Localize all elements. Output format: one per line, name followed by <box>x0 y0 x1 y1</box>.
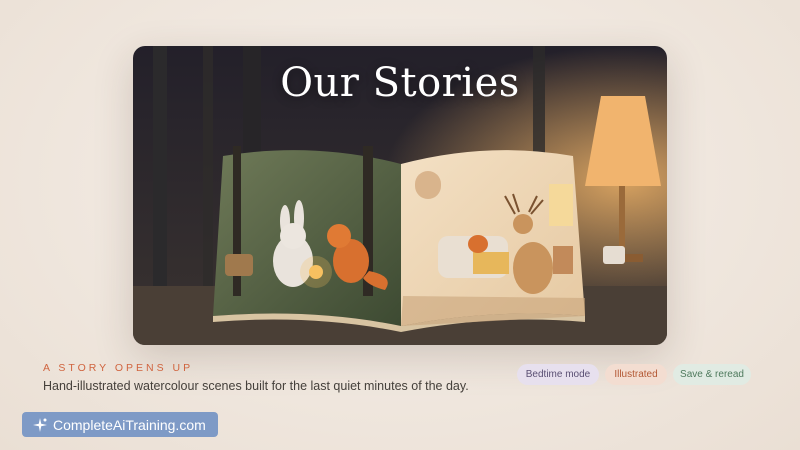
tag-bedtime-mode[interactable]: Bedtime mode <box>517 364 599 385</box>
brand-badge[interactable]: CompleteAiTraining.com <box>22 412 218 437</box>
hero-banner: Our Stories <box>133 46 667 345</box>
hero-title: Our Stories <box>280 60 520 106</box>
section-eyebrow: A STORY OPENS UP <box>43 362 194 374</box>
sparkle-logo-icon <box>32 417 48 433</box>
tag-illustrated[interactable]: Illustrated <box>605 364 667 385</box>
section-description: Hand-illustrated watercolour scenes buil… <box>43 379 469 393</box>
brand-label: CompleteAiTraining.com <box>53 416 206 433</box>
tag-save-reread[interactable]: Save & reread <box>673 364 751 385</box>
